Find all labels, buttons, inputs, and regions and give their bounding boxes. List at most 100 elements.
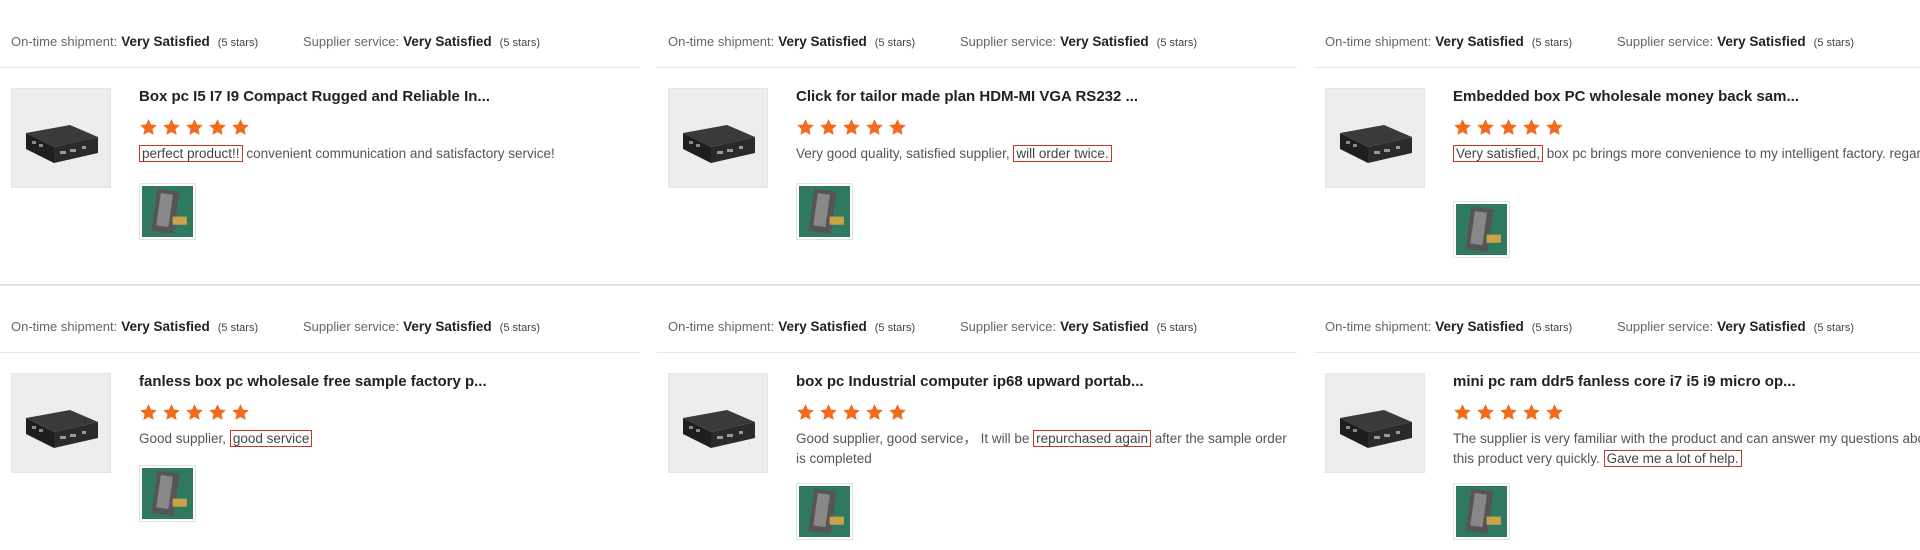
shipment-rating: On-time shipment: Very Satisfied (5 stars)	[11, 34, 258, 49]
star-rating	[1453, 403, 1564, 423]
review-photo-image	[799, 486, 850, 537]
shipment-rating: On-time shipment: Very Satisfied (5 stars)	[668, 319, 915, 334]
star-icon	[842, 403, 861, 422]
service-label: Supplier service:	[303, 34, 400, 49]
service-rating: Supplier service: Very Satisfied (5 stars)	[960, 319, 1197, 334]
star-icon	[1499, 403, 1518, 422]
star-icon	[819, 403, 838, 422]
shipment-label: On-time shipment:	[11, 319, 118, 334]
service-value: Very Satisfied	[1717, 319, 1806, 334]
review-text: Good supplier, good service	[139, 429, 639, 449]
mini-pc-image	[669, 374, 767, 472]
review-text-segment: Very good quality, satisfied supplier,	[796, 146, 1014, 161]
service-stars: (5 stars)	[499, 322, 541, 334]
product-title[interactable]: Embedded box PC wholesale money back sam…	[1453, 88, 1799, 105]
review-text: Very good quality, satisfied supplier, w…	[796, 144, 1296, 164]
product-thumbnail[interactable]	[668, 88, 768, 188]
review-highlight: will order twice.	[1013, 145, 1112, 162]
review-highlight: repurchased again	[1033, 430, 1151, 447]
product-thumbnail[interactable]	[1325, 88, 1425, 188]
card-separator	[0, 352, 640, 353]
star-icon	[231, 403, 250, 422]
service-value: Very Satisfied	[1060, 319, 1149, 334]
star-icon	[162, 403, 181, 422]
shipment-stars: (5 stars)	[217, 322, 259, 334]
star-icon	[1522, 118, 1541, 137]
service-label: Supplier service:	[1617, 319, 1714, 334]
service-label: Supplier service:	[960, 319, 1057, 334]
star-icon	[139, 118, 158, 137]
service-value: Very Satisfied	[1060, 34, 1149, 49]
review-row-1: On-time shipment: Very Satisfied (5 stars)…	[0, 0, 1920, 285]
service-stars: (5 stars)	[1156, 322, 1198, 334]
star-icon	[1476, 403, 1495, 422]
shipment-label: On-time shipment:	[1325, 319, 1432, 334]
product-title[interactable]: Click for tailor made plan HDM-MI VGA RS…	[796, 88, 1138, 105]
review-text: The supplier is very familiar with the p…	[1453, 429, 1920, 469]
product-title[interactable]: box pc Industrial computer ip68 upward p…	[796, 373, 1144, 390]
shipment-label: On-time shipment:	[668, 34, 775, 49]
review-card: On-time shipment: Very Satisfied (5 stars)…	[657, 0, 1297, 285]
shipment-label: On-time shipment:	[11, 34, 118, 49]
card-separator	[1314, 352, 1920, 353]
product-thumbnail[interactable]	[11, 88, 111, 188]
review-card: On-time shipment: Very Satisfied (5 stars)…	[1314, 0, 1920, 285]
card-separator	[0, 67, 640, 68]
mini-pc-image	[1326, 89, 1424, 187]
mini-pc-image	[12, 89, 110, 187]
service-rating: Supplier service: Very Satisfied (5 stars)	[960, 34, 1197, 49]
shipment-value: Very Satisfied	[121, 34, 210, 49]
star-rating	[139, 118, 250, 138]
review-highlight: Very satisfied,	[1453, 145, 1544, 162]
review-text: Very satisfied, box pc brings more conve…	[1453, 144, 1920, 164]
review-photo[interactable]	[1453, 483, 1510, 540]
service-value: Very Satisfied	[403, 319, 492, 334]
star-icon	[865, 403, 884, 422]
review-photo[interactable]	[139, 183, 196, 240]
star-icon	[208, 118, 227, 137]
shipment-stars: (5 stars)	[1531, 322, 1573, 334]
shipment-rating: On-time shipment: Very Satisfied (5 stars)	[11, 319, 258, 334]
shipment-label: On-time shipment:	[668, 319, 775, 334]
service-label: Supplier service:	[303, 319, 400, 334]
review-photo[interactable]	[139, 465, 196, 522]
product-thumbnail[interactable]	[668, 373, 768, 473]
card-separator	[657, 352, 1297, 353]
mini-pc-image	[1326, 374, 1424, 472]
service-label: Supplier service:	[960, 34, 1057, 49]
product-title[interactable]: fanless box pc wholesale free sample fac…	[139, 373, 487, 390]
star-icon	[1453, 118, 1472, 137]
star-icon	[796, 118, 815, 137]
card-separator	[1314, 67, 1920, 68]
star-rating	[796, 118, 907, 138]
star-icon	[208, 403, 227, 422]
star-icon	[185, 118, 204, 137]
review-photo[interactable]	[796, 483, 853, 540]
star-icon	[1453, 403, 1472, 422]
review-text: Good supplier, good service， It will be …	[796, 429, 1296, 469]
product-thumbnail[interactable]	[11, 373, 111, 473]
shipment-stars: (5 stars)	[1531, 37, 1573, 49]
review-photo-image	[799, 186, 850, 237]
star-icon	[231, 118, 250, 137]
product-thumbnail[interactable]	[1325, 373, 1425, 473]
product-title[interactable]: Box pc I5 I7 I9 Compact Rugged and Relia…	[139, 88, 490, 105]
service-stars: (5 stars)	[1813, 37, 1855, 49]
service-stars: (5 stars)	[1156, 37, 1198, 49]
review-highlight: perfect product!!	[139, 145, 243, 162]
star-icon	[1522, 403, 1541, 422]
review-photo[interactable]	[796, 183, 853, 240]
service-stars: (5 stars)	[1813, 322, 1855, 334]
mini-pc-image	[669, 89, 767, 187]
product-title[interactable]: mini pc ram ddr5 fanless core i7 i5 i9 m…	[1453, 373, 1796, 390]
service-value: Very Satisfied	[403, 34, 492, 49]
review-photo[interactable]	[1453, 201, 1510, 258]
service-value: Very Satisfied	[1717, 34, 1806, 49]
review-card: On-time shipment: Very Satisfied (5 stars)…	[0, 0, 640, 285]
star-icon	[819, 118, 838, 137]
shipment-value: Very Satisfied	[1435, 319, 1524, 334]
star-icon	[1476, 118, 1495, 137]
review-photo-image	[142, 468, 193, 519]
review-highlight: Gave me a lot of help.	[1603, 450, 1742, 467]
review-text-segment: convenient communication and satisfactor…	[242, 146, 555, 161]
